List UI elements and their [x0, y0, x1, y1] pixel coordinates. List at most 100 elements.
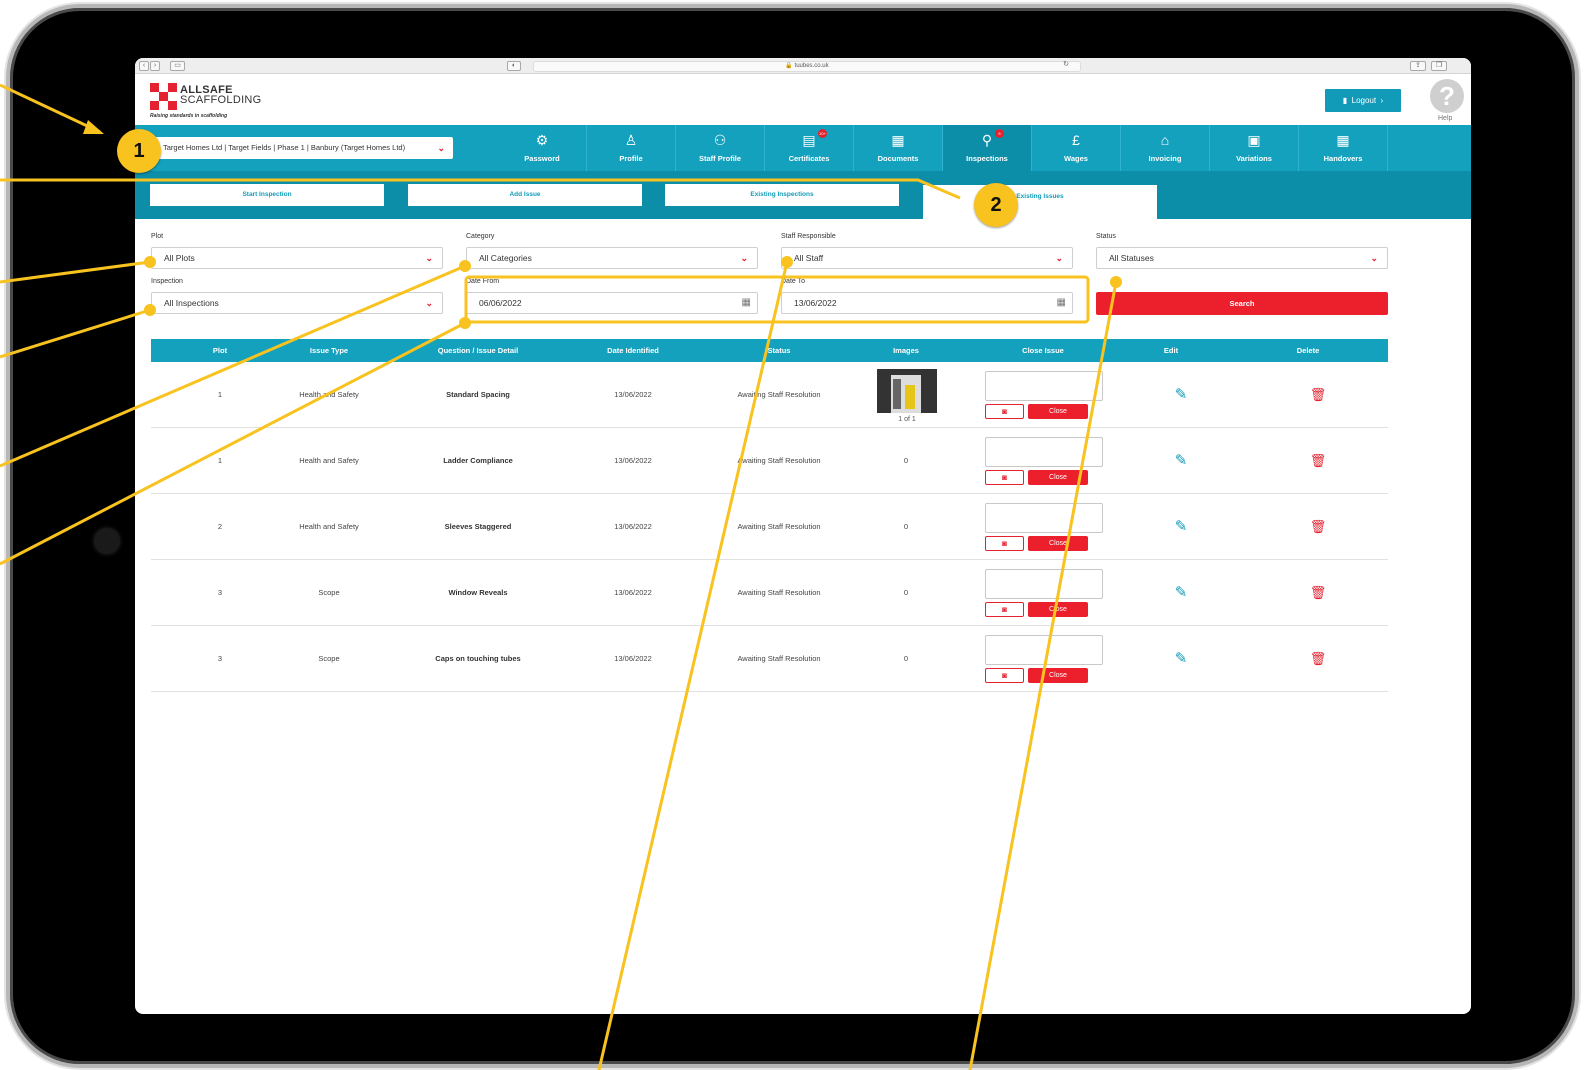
site-selector[interactable]: Target Homes Ltd | Target Fields | Phase… — [150, 137, 453, 159]
camera-icon[interactable]: ◙ — [985, 602, 1024, 617]
image-count: 1 of 1 — [898, 416, 916, 423]
calendar-icon[interactable]: ▦ — [742, 293, 751, 313]
trash-icon[interactable]: 🗑 — [1308, 452, 1328, 470]
home-icon: ⌂ — [1160, 132, 1170, 148]
camera-icon[interactable]: ◙ — [985, 470, 1024, 485]
close-issue-button[interactable]: Close — [1028, 602, 1088, 617]
trash-icon[interactable]: 🗑 — [1308, 386, 1328, 404]
close-issue-button[interactable]: Close — [1028, 470, 1088, 485]
chevron-down-icon: ⌄ — [437, 143, 445, 153]
close-note-textarea[interactable] — [985, 371, 1103, 401]
trash-icon[interactable]: 🗑 — [1308, 584, 1328, 602]
nav-label: Profile — [619, 154, 643, 163]
close-note-textarea[interactable] — [985, 569, 1103, 599]
nav-item-password[interactable]: ⚙ Password — [498, 125, 587, 171]
category-select-value: All Categories — [479, 253, 532, 263]
nav-label: Inspections — [966, 154, 1008, 163]
nav-item-staff-profile[interactable]: ⚇ Staff Profile — [676, 125, 765, 171]
cell-date: 13/06/2022 — [614, 522, 652, 531]
cell-issue-detail: Sleeves Staggered — [444, 522, 512, 531]
pencil-icon[interactable]: ✎ — [1171, 452, 1191, 470]
pound-icon: £ — [1072, 132, 1080, 148]
table-row: 3 Scope Caps on touching tubes 13/06/202… — [151, 626, 1388, 692]
category-select[interactable]: All Categories ⌄ — [466, 247, 758, 269]
close-issue-button[interactable]: Close — [1028, 536, 1088, 551]
nav-item-documents[interactable]: ▦ Documents — [854, 125, 943, 171]
search-button[interactable]: Search — [1096, 292, 1388, 315]
nav-item-profile[interactable]: ♙ Profile — [587, 125, 676, 171]
logout-button[interactable]: ▮ Logout › — [1325, 89, 1401, 112]
status-select[interactable]: All Statuses ⌄ — [1096, 247, 1388, 269]
cell-date: 13/06/2022 — [614, 456, 652, 465]
column-header: Edit — [1163, 346, 1179, 355]
back-icon[interactable]: ‹ — [139, 61, 149, 71]
cell-plot: 3 — [217, 588, 223, 597]
close-note-textarea[interactable] — [985, 503, 1103, 533]
trash-icon[interactable]: 🗑 — [1308, 650, 1328, 668]
issue-image-thumbnail[interactable] — [877, 369, 937, 413]
tab-existing-issues[interactable]: Existing Issues — [923, 185, 1157, 219]
calendar-icon[interactable]: ▦ — [1057, 293, 1066, 313]
cell-issue-type: Health and Safety — [299, 522, 359, 531]
sidebar-toggle-icon[interactable]: ▭ — [170, 61, 185, 71]
nav-label: Wages — [1064, 154, 1088, 163]
table-header: Plot Issue Type Question / Issue Detail … — [151, 339, 1388, 362]
close-note-textarea[interactable] — [985, 437, 1103, 467]
camera-icon[interactable]: ◙ — [985, 668, 1024, 683]
search-icon: ⚲ — [981, 132, 993, 148]
address-bar[interactable]: 🔒 tuubes.co.uk — [533, 61, 1081, 72]
nav-item-variations[interactable]: ▣ Variations — [1210, 125, 1299, 171]
allsafe-logo[interactable]: ALLSAFE SCAFFOLDING Raising standards in… — [150, 83, 270, 123]
plot-select[interactable]: All Plots ⌄ — [151, 247, 443, 269]
pencil-icon[interactable]: ✎ — [1171, 650, 1191, 668]
nav-item-certificates[interactable]: ▤ 10+ Certificates — [765, 125, 854, 171]
pencil-icon[interactable]: ✎ — [1171, 584, 1191, 602]
close-issue-button[interactable]: Close — [1028, 668, 1088, 683]
cell-date: 13/06/2022 — [614, 654, 652, 663]
cell-status: Awaiting Staff Resolution — [737, 522, 821, 531]
inspections-subnav: Start Inspection Add Issue Existing Insp… — [135, 171, 1471, 219]
share-icon[interactable]: ⇪ — [1410, 61, 1426, 71]
help-icon[interactable]: ? — [1430, 79, 1464, 113]
inspection-select[interactable]: All Inspections ⌄ — [151, 292, 443, 314]
staff-select[interactable]: All Staff ⌄ — [781, 247, 1073, 269]
date-to-field[interactable]: 13/06/2022 ▦ — [781, 292, 1073, 314]
tabs-icon[interactable]: ❐ — [1431, 61, 1447, 71]
reload-icon[interactable]: ↻ — [1060, 61, 1072, 71]
cell-issue-type: Health and Safety — [299, 390, 359, 399]
tab-start-inspection[interactable]: Start Inspection — [150, 184, 384, 206]
nav-item-invoicing[interactable]: ⌂ Invoicing — [1121, 125, 1210, 171]
logo-name-line2: SCAFFOLDING — [180, 94, 262, 106]
inspection-select-value: All Inspections — [164, 298, 219, 308]
cell-plot: 1 — [217, 390, 223, 399]
privacy-shield-icon[interactable]: ◐ — [507, 61, 521, 71]
nav-item-handovers[interactable]: ▦ Handovers — [1299, 125, 1388, 171]
person-icon: ♙ — [624, 132, 638, 148]
issues-table: Plot Issue Type Question / Issue Detail … — [151, 339, 1388, 692]
nav-label: Handovers — [1323, 154, 1363, 163]
camera-icon[interactable]: ◙ — [985, 536, 1024, 551]
nav-item-wages[interactable]: £ Wages — [1032, 125, 1121, 171]
main-nav: Target Homes Ltd | Target Fields | Phase… — [135, 125, 1471, 171]
tab-add-issue[interactable]: Add Issue — [408, 184, 642, 206]
tab-existing-inspections[interactable]: Existing Inspections — [665, 184, 899, 206]
cell-status: Awaiting Staff Resolution — [737, 654, 821, 663]
nav-item-inspections[interactable]: ⚲ 5 Inspections — [943, 125, 1032, 171]
forward-icon[interactable]: › — [150, 61, 160, 71]
close-issue-button[interactable]: Close — [1028, 404, 1088, 419]
column-header: Plot — [212, 346, 228, 355]
pencil-icon[interactable]: ✎ — [1171, 386, 1191, 404]
pencil-icon[interactable]: ✎ — [1171, 518, 1191, 536]
date-from-field[interactable]: 06/06/2022 ▦ — [466, 292, 758, 314]
trash-icon[interactable]: 🗑 — [1308, 518, 1328, 536]
close-note-textarea[interactable] — [985, 635, 1103, 665]
certificate-icon: ▤ — [802, 132, 816, 148]
camera-icon[interactable]: ◙ — [985, 404, 1024, 419]
nav-label: Password — [524, 154, 560, 163]
cell-issue-type: Health and Safety — [299, 456, 359, 465]
callout-badge-2: 2 — [974, 183, 1018, 227]
staff-label: Staff Responsible — [781, 233, 836, 240]
nav-label: Staff Profile — [698, 154, 742, 163]
cell-plot: 2 — [217, 522, 223, 531]
chevron-down-icon: ⌄ — [740, 253, 748, 263]
